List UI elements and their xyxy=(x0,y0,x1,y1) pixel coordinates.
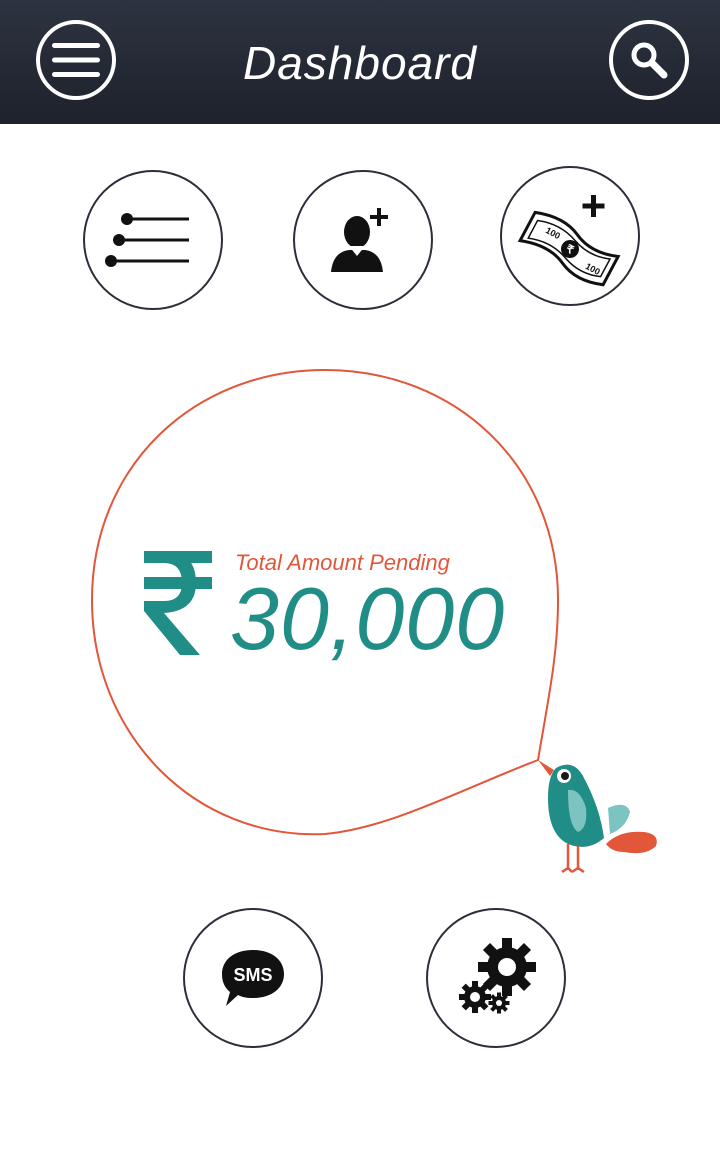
pending-amount-card: Total Amount Pending 30,000 xyxy=(140,545,560,675)
sms-label: SMS xyxy=(233,965,272,985)
gears-icon xyxy=(459,938,536,1014)
bird-mascot-icon xyxy=(538,760,657,874)
amount-value: 30,000 xyxy=(230,569,506,668)
rupee-icon xyxy=(144,551,212,655)
sms-icon: SMS xyxy=(222,950,284,1006)
settings-button[interactable] xyxy=(426,908,566,1048)
sms-button[interactable]: SMS xyxy=(183,908,323,1048)
